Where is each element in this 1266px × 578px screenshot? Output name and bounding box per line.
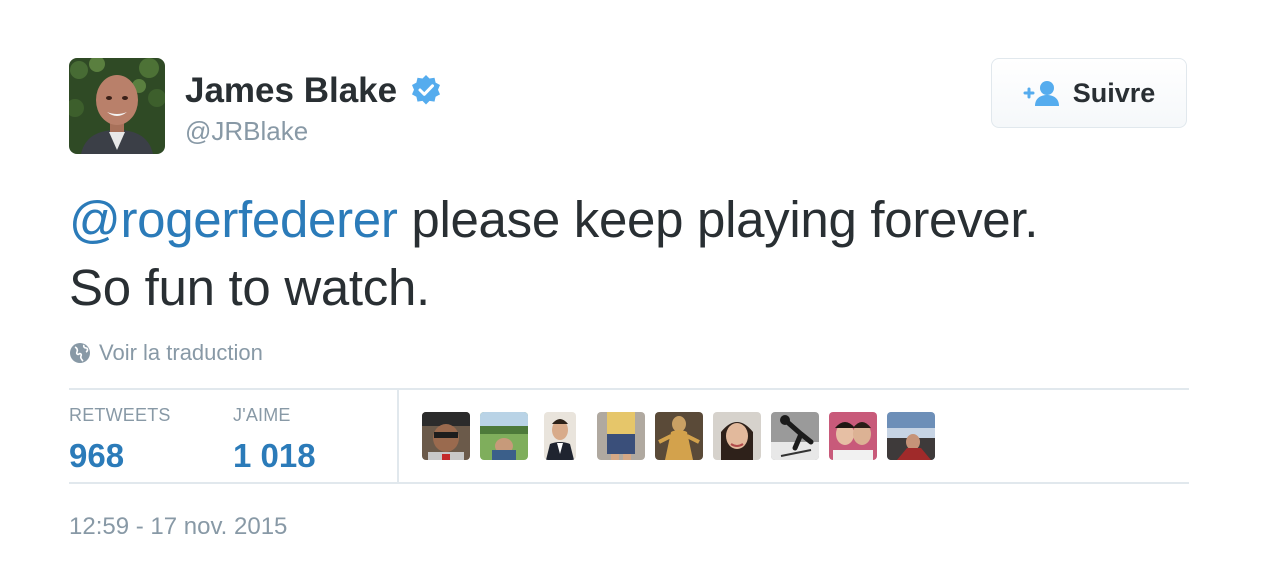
author-avatar[interactable] — [69, 58, 165, 154]
liker-avatar[interactable] — [422, 412, 470, 460]
retweets-label: RETWEETS — [69, 405, 171, 425]
verified-badge-icon — [412, 75, 440, 105]
author-handle[interactable]: @JRBlake — [185, 115, 308, 147]
liker-avatar[interactable] — [713, 412, 761, 460]
translate-label: Voir la traduction — [99, 340, 263, 365]
author-name[interactable]: James Blake — [185, 70, 397, 112]
liker-avatar[interactable] — [597, 412, 645, 460]
likes-label: J'AIME — [233, 405, 291, 425]
follow-button[interactable]: Suivre — [991, 58, 1187, 128]
likes-stat[interactable]: J'AIME 1 018 — [233, 404, 316, 476]
follow-button-label: Suivre — [1072, 77, 1156, 108]
globe-icon — [70, 343, 90, 363]
mention-link[interactable]: @rogerfederer — [69, 191, 398, 248]
liker-avatar[interactable] — [829, 412, 877, 460]
liker-avatar[interactable] — [887, 412, 935, 460]
stats-vertical-divider — [397, 390, 399, 482]
tweet-text: @rogerfederer please keep playing foreve… — [69, 186, 1189, 322]
liker-avatar[interactable] — [544, 412, 576, 460]
tweet-text-line2: So fun to watch. — [69, 259, 430, 316]
liker-avatar[interactable] — [655, 412, 703, 460]
liker-avatar[interactable] — [771, 412, 819, 460]
liker-avatar[interactable] — [480, 412, 528, 460]
retweets-stat[interactable]: RETWEETS 968 — [69, 404, 171, 476]
translate-link[interactable]: Voir la traduction — [69, 340, 263, 366]
likes-count: 1 018 — [233, 437, 316, 474]
stats-top-divider — [69, 388, 1189, 390]
stats-bottom-divider — [69, 482, 1189, 484]
tweet-text-line1: please keep playing forever. — [397, 191, 1039, 248]
add-user-icon — [1023, 81, 1059, 106]
retweets-count: 968 — [69, 437, 125, 474]
tweet-timestamp[interactable]: 12:59 - 17 nov. 2015 — [69, 512, 287, 542]
